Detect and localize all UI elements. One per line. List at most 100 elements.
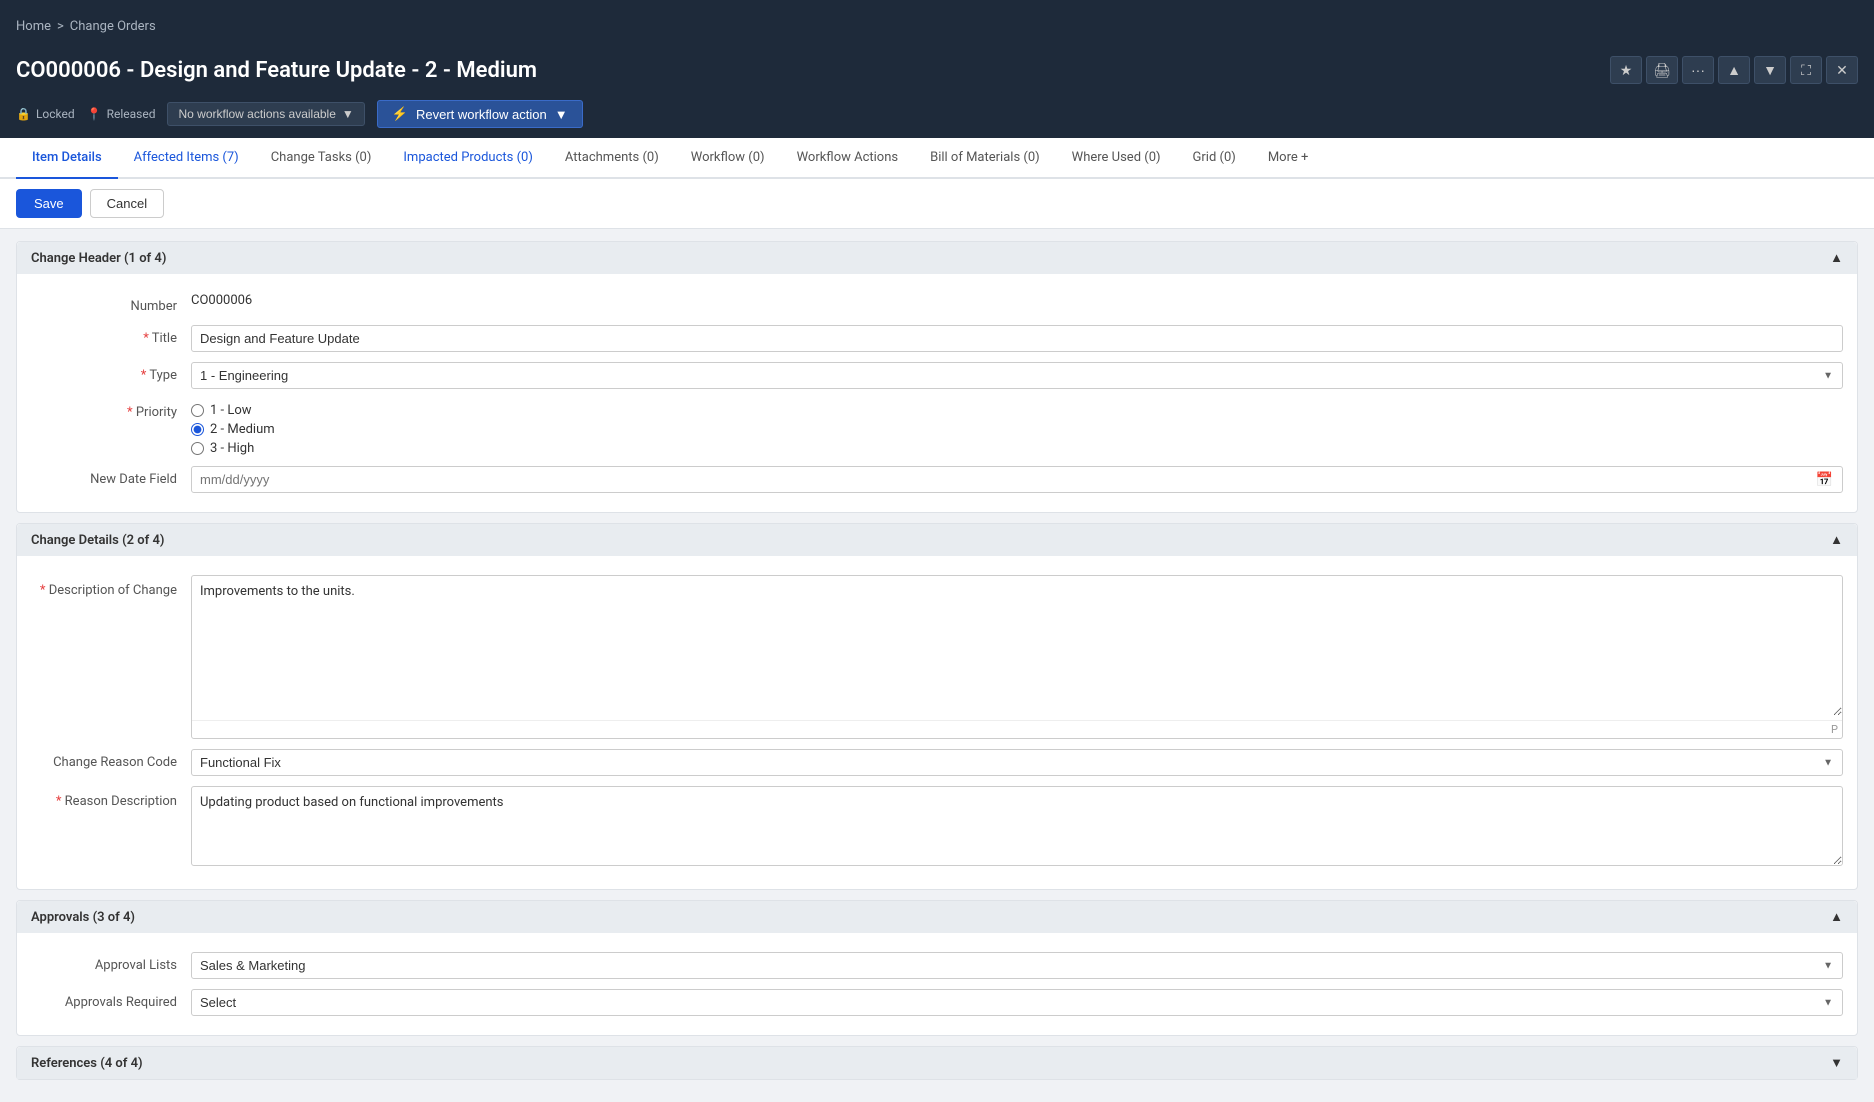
tab-attachments[interactable]: Attachments (0) <box>549 138 675 179</box>
flash-icon: ⚡ <box>392 106 408 122</box>
change-reason-field: Functional Fix <box>191 749 1843 776</box>
description-textarea-wrapper: Improvements to the units. P <box>191 575 1843 739</box>
title-bar: CO000006 - Design and Feature Update - 2… <box>0 52 1874 94</box>
priority-low-radio[interactable] <box>191 404 204 417</box>
star-icon: ★ <box>1620 62 1633 79</box>
priority-low-label: 1 - Low <box>210 403 252 418</box>
lock-icon: 🔒 <box>16 107 31 121</box>
title-actions: ★ 🖨 ··· ▲ ▼ ⛶ ✕ <box>1610 56 1858 84</box>
change-details-label: Change Details (2 of 4) <box>31 533 164 548</box>
page-title: CO000006 - Design and Feature Update - 2… <box>16 58 537 83</box>
change-header-title[interactable]: Change Header (1 of 4) ▲ <box>17 242 1857 274</box>
change-header-section: Change Header (1 of 4) ▲ Number CO000006… <box>16 241 1858 513</box>
tab-affected-items[interactable]: Affected Items (7) <box>118 138 255 179</box>
description-field: Improvements to the units. P <box>191 575 1843 739</box>
approval-lists-label: Approval Lists <box>31 952 191 973</box>
number-field: CO000006 <box>191 293 1843 308</box>
number-value: CO000006 <box>191 287 252 314</box>
tab-more[interactable]: More + <box>1252 138 1325 179</box>
no-workflow-label: No workflow actions available <box>178 107 335 121</box>
tab-workflow-actions[interactable]: Workflow Actions <box>781 138 915 179</box>
type-select-wrapper: 1 - Engineering <box>191 362 1843 389</box>
change-details-section: Change Details (2 of 4) ▲ Description of… <box>16 523 1858 890</box>
new-date-row: New Date Field 📅 <box>17 461 1857 498</box>
locked-label: Locked <box>36 107 75 121</box>
new-date-field: 📅 <box>191 466 1843 493</box>
revert-workflow-button[interactable]: ⚡ Revert workflow action ▼ <box>377 100 583 128</box>
description-footer: P <box>192 720 1842 738</box>
expand-button[interactable]: ⛶ <box>1790 56 1822 84</box>
description-label: Description of Change <box>31 575 191 598</box>
title-label: Title <box>31 325 191 346</box>
reason-desc-label: Reason Description <box>31 786 191 809</box>
title-row: Title <box>17 320 1857 357</box>
tab-where-used[interactable]: Where Used (0) <box>1056 138 1177 179</box>
workflow-bar: 🔒 Locked 📍 Released No workflow actions … <box>0 94 1874 138</box>
references-title[interactable]: References (4 of 4) ▼ <box>17 1047 1857 1079</box>
released-badge: 📍 Released <box>87 107 156 121</box>
tab-grid[interactable]: Grid (0) <box>1177 138 1252 179</box>
tabs-bar: Item Details Affected Items (7) Change T… <box>0 138 1874 179</box>
tab-change-tasks[interactable]: Change Tasks (0) <box>255 138 388 179</box>
top-bar: Home > Change Orders <box>0 0 1874 52</box>
approval-lists-select-wrapper: Sales & Marketing <box>191 952 1843 979</box>
title-field <box>191 325 1843 352</box>
change-details-title[interactable]: Change Details (2 of 4) ▲ <box>17 524 1857 556</box>
change-header-body: Number CO000006 Title Type 1 - Engin <box>17 274 1857 512</box>
main-content: Change Header (1 of 4) ▲ Number CO000006… <box>0 229 1874 1102</box>
approvals-title[interactable]: Approvals (3 of 4) ▲ <box>17 901 1857 933</box>
approval-lists-field: Sales & Marketing <box>191 952 1843 979</box>
priority-high-radio[interactable] <box>191 442 204 455</box>
save-button[interactable]: Save <box>16 189 82 218</box>
change-header-label: Change Header (1 of 4) <box>31 251 166 266</box>
reason-desc-row: Reason Description Updating product base… <box>17 781 1857 875</box>
print-button[interactable]: 🖨 <box>1646 56 1678 84</box>
references-label: References (4 of 4) <box>31 1056 143 1071</box>
tab-impacted-products[interactable]: Impacted Products (0) <box>387 138 548 179</box>
description-row: Description of Change Improvements to th… <box>17 570 1857 744</box>
approval-lists-select[interactable]: Sales & Marketing <box>191 952 1843 979</box>
cancel-button[interactable]: Cancel <box>90 189 164 218</box>
expand-icon: ⛶ <box>1801 62 1811 79</box>
approvals-required-label: Approvals Required <box>31 989 191 1010</box>
references-collapse-icon: ▼ <box>1830 1055 1843 1071</box>
new-date-input[interactable] <box>191 466 1843 493</box>
print-icon: 🖨 <box>1653 62 1671 79</box>
priority-label: Priority <box>31 399 191 420</box>
number-label: Number <box>31 293 191 314</box>
nav-down-button[interactable]: ▼ <box>1754 56 1786 84</box>
chevron-down-icon: ▼ <box>1763 62 1777 78</box>
description-textarea[interactable]: Improvements to the units. <box>192 576 1842 716</box>
nav-up-button[interactable]: ▲ <box>1718 56 1750 84</box>
no-workflow-button[interactable]: No workflow actions available ▼ <box>167 102 364 126</box>
reason-desc-textarea[interactable]: Updating product based on functional imp… <box>191 786 1843 866</box>
change-reason-row: Change Reason Code Functional Fix <box>17 744 1857 781</box>
action-bar: Save Cancel <box>0 179 1874 229</box>
priority-low-item[interactable]: 1 - Low <box>191 403 1843 418</box>
change-reason-select[interactable]: Functional Fix <box>191 749 1843 776</box>
priority-high-label: 3 - High <box>210 441 254 456</box>
breadcrumb-home[interactable]: Home <box>16 19 51 34</box>
new-date-label: New Date Field <box>31 466 191 487</box>
priority-medium-item[interactable]: 2 - Medium <box>191 422 1843 437</box>
number-row: Number CO000006 <box>17 288 1857 320</box>
close-icon: ✕ <box>1836 62 1848 79</box>
close-button[interactable]: ✕ <box>1826 56 1858 84</box>
tab-bill-of-materials[interactable]: Bill of Materials (0) <box>914 138 1056 179</box>
breadcrumb-current: Change Orders <box>70 19 156 34</box>
released-label: Released <box>107 107 156 121</box>
pin-icon: 📍 <box>87 107 102 121</box>
tab-workflow[interactable]: Workflow (0) <box>675 138 781 179</box>
type-label: Type <box>31 362 191 383</box>
type-select[interactable]: 1 - Engineering <box>191 362 1843 389</box>
tab-item-details[interactable]: Item Details <box>16 138 118 179</box>
approval-lists-row: Approval Lists Sales & Marketing <box>17 947 1857 984</box>
priority-medium-radio[interactable] <box>191 423 204 436</box>
star-button[interactable]: ★ <box>1610 56 1642 84</box>
priority-high-item[interactable]: 3 - High <box>191 441 1843 456</box>
reason-desc-field: Updating product based on functional imp… <box>191 786 1843 870</box>
title-input[interactable] <box>191 325 1843 352</box>
type-row: Type 1 - Engineering <box>17 357 1857 394</box>
more-button[interactable]: ··· <box>1682 56 1714 84</box>
priority-field: 1 - Low 2 - Medium 3 - High <box>191 399 1843 456</box>
